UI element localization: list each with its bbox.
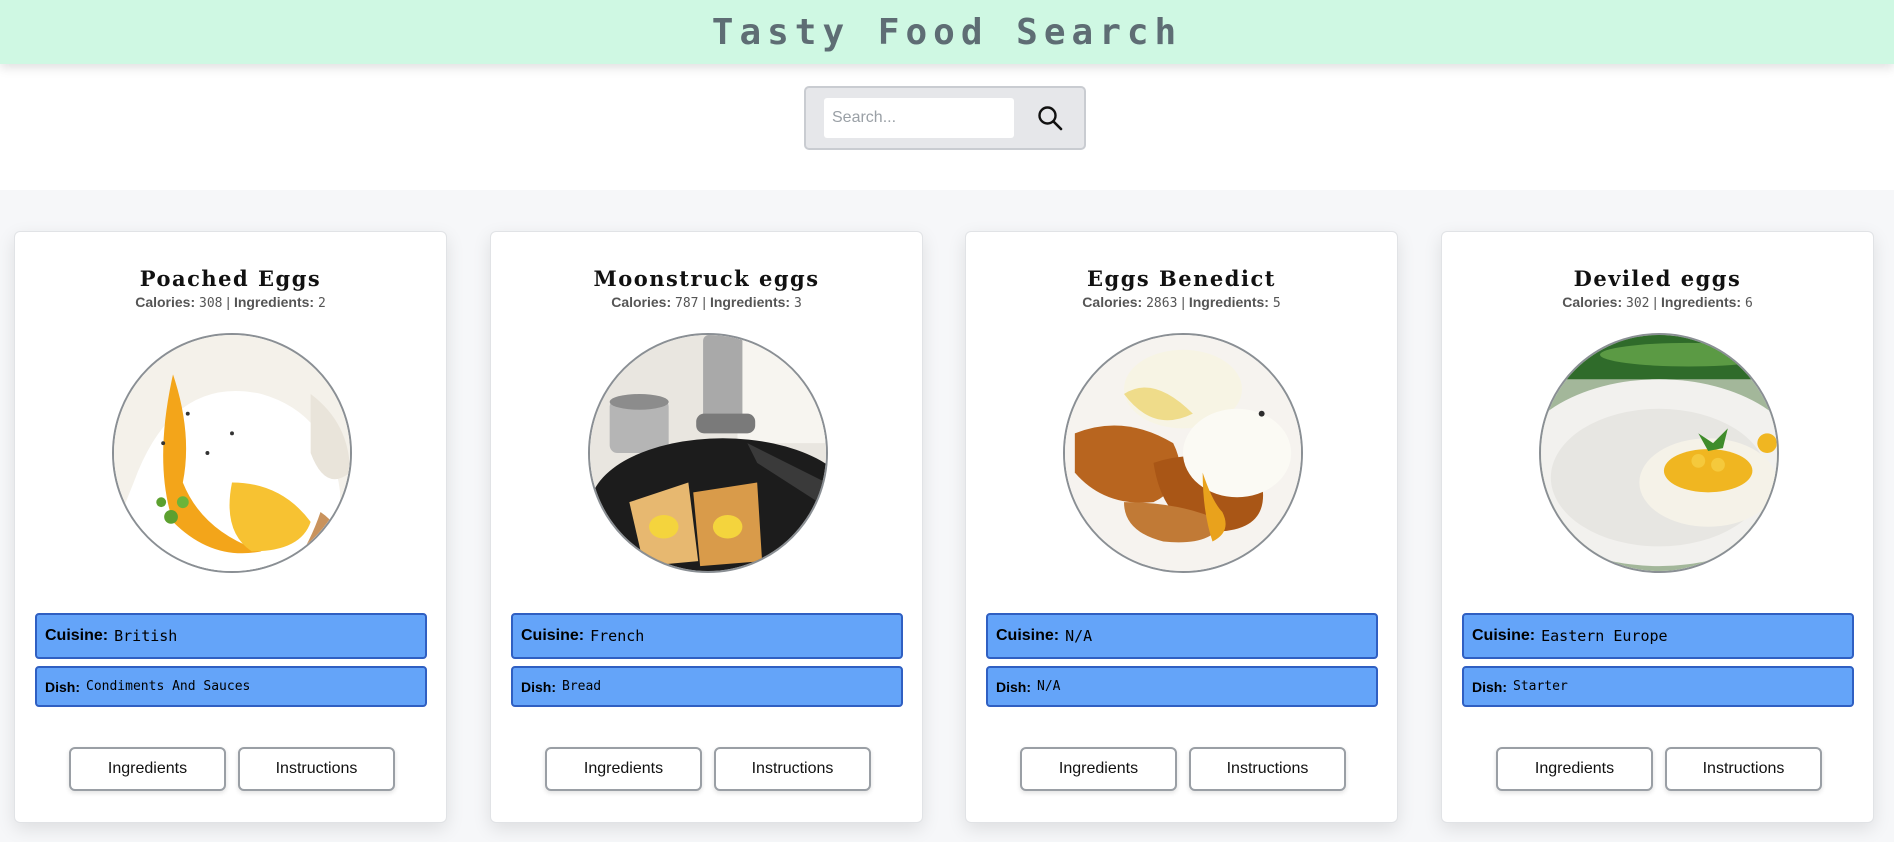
- ingredients-button[interactable]: Ingredients: [545, 747, 702, 791]
- recipe-title: Deviled eggs: [1573, 266, 1742, 291]
- dish-value: Bread: [562, 679, 602, 694]
- calories-value: 308: [199, 296, 223, 311]
- recipe-meta: Calories: 787 | Ingredients: 3: [611, 294, 802, 311]
- instructions-button[interactable]: Instructions: [714, 747, 871, 791]
- ingredients-button[interactable]: Ingredients: [1496, 747, 1653, 791]
- search-input[interactable]: [824, 98, 1014, 138]
- recipe-card: Moonstruck eggs Calories: 787 | Ingredie…: [490, 231, 923, 823]
- app-header: Tasty Food Search: [0, 0, 1894, 64]
- ingredients-count: 3: [793, 296, 802, 311]
- search-bar: [804, 86, 1086, 150]
- calories-value: 2863: [1146, 296, 1178, 311]
- cuisine-value: British: [114, 627, 178, 645]
- dish-badge: Dish: Condiments And Sauces: [35, 666, 427, 707]
- recipe-card: Deviled eggs Calories: 302 | Ingredients…: [1441, 231, 1874, 823]
- instructions-button[interactable]: Instructions: [238, 747, 395, 791]
- cuisine-badge: Cuisine: N/A: [986, 613, 1378, 659]
- recipe-meta: Calories: 302 | Ingredients: 6: [1562, 294, 1753, 311]
- calories-value: 787: [675, 296, 699, 311]
- recipe-meta: Calories: 2863 | Ingredients: 5: [1082, 294, 1281, 311]
- calories-value: 302: [1626, 296, 1650, 311]
- page-title: Tasty Food Search: [711, 11, 1183, 53]
- ingredients-count: 2: [317, 296, 326, 311]
- cuisine-badge: Cuisine: French: [511, 613, 903, 659]
- recipe-title: Eggs Benedict: [1087, 266, 1276, 291]
- recipe-title: Moonstruck eggs: [593, 266, 820, 291]
- instructions-button[interactable]: Instructions: [1665, 747, 1822, 791]
- dish-value: Condiments And Sauces: [86, 679, 251, 694]
- cuisine-badge: Cuisine: British: [35, 613, 427, 659]
- ingredients-count: 6: [1744, 296, 1753, 311]
- instructions-button[interactable]: Instructions: [1189, 747, 1346, 791]
- search-button[interactable]: [1028, 98, 1072, 138]
- cuisine-value: French: [590, 627, 645, 645]
- recipe-title: Poached Eggs: [139, 266, 322, 291]
- recipe-meta: Calories: 308 | Ingredients: 2: [135, 294, 326, 311]
- recipe-image: [588, 333, 828, 573]
- search-icon: [1038, 106, 1063, 131]
- cuisine-badge: Cuisine: Eastern Europe: [1462, 613, 1854, 659]
- recipe-image: [112, 333, 352, 573]
- recipe-image: [1063, 333, 1303, 573]
- ingredients-button[interactable]: Ingredients: [69, 747, 226, 791]
- recipe-image: [1539, 333, 1779, 573]
- ingredients-button[interactable]: Ingredients: [1020, 747, 1177, 791]
- cuisine-value: N/A: [1065, 627, 1093, 645]
- ingredients-count: 5: [1272, 296, 1281, 311]
- dish-badge: Dish: N/A: [986, 666, 1378, 707]
- dish-badge: Dish: Bread: [511, 666, 903, 707]
- dish-value: Starter: [1513, 679, 1568, 694]
- recipe-card: Poached Eggs Calories: 308 | Ingredients…: [14, 231, 447, 823]
- dish-value: N/A: [1037, 679, 1061, 694]
- cuisine-value: Eastern Europe: [1541, 627, 1668, 645]
- dish-badge: Dish: Starter: [1462, 666, 1854, 707]
- recipe-card: Eggs Benedict Calories: 2863 | Ingredien…: [965, 231, 1398, 823]
